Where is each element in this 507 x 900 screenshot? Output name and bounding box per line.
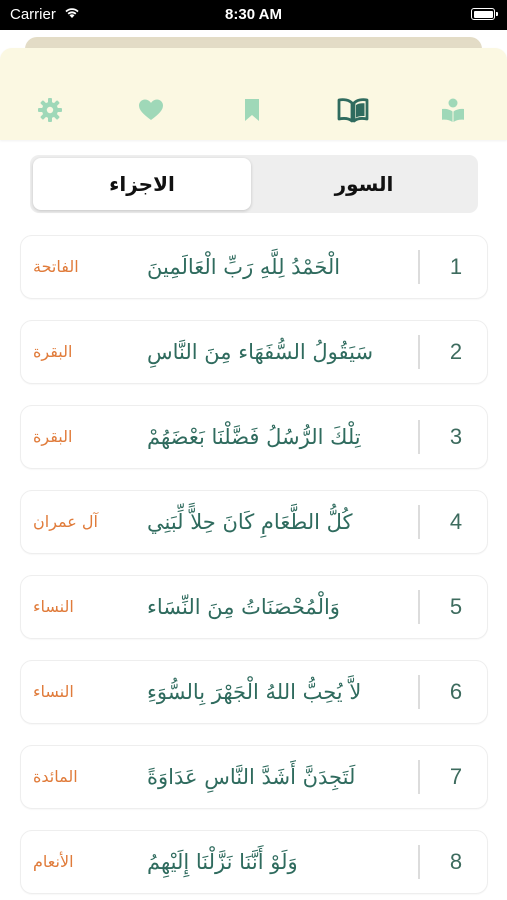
juz-number: 1 bbox=[449, 253, 463, 279]
juz-row-4[interactable]: 4 كُلُّ الطَّعَامِ كَانَ حِلاًّ لِّبَنِي… bbox=[20, 490, 488, 554]
row-divider bbox=[418, 505, 420, 539]
juz-number: 8 bbox=[449, 848, 463, 874]
surah-name: البقرة bbox=[33, 342, 73, 361]
surah-name: البقرة bbox=[33, 427, 73, 446]
row-divider bbox=[418, 760, 420, 794]
tab-bar bbox=[0, 48, 507, 140]
row-divider bbox=[418, 335, 420, 369]
juz-start-verse: وَالْمُحْصَنَاتُ مِنَ النِّسَاء bbox=[147, 594, 340, 619]
bookmark-icon[interactable] bbox=[238, 96, 266, 124]
surah-name: الأنعام bbox=[33, 852, 74, 871]
row-divider bbox=[418, 845, 420, 879]
juz-start-verse: الْحَمْدُ لِلَّهِ رَبِّ الْعَالَمِينَ bbox=[147, 254, 341, 279]
juz-start-verse: وَلَوْ أَنَّنَا نَزَّلْنَا إِلَيْهِمُ bbox=[147, 849, 298, 874]
juz-row-3[interactable]: 3 تِلْكَ الرُّسُلُ فَضَّلْنَا بَعْضَهُمْ… bbox=[20, 405, 488, 469]
juz-number: 7 bbox=[449, 763, 463, 789]
surah-name: النساء bbox=[33, 597, 74, 616]
juz-row-8[interactable]: 8 وَلَوْ أَنَّنَا نَزَّلْنَا إِلَيْهِمُ … bbox=[20, 830, 488, 894]
juz-number: 5 bbox=[449, 593, 463, 619]
juz-start-verse: لَتَجِدَنَّ أَشَدَّ النَّاسِ عَدَاوَةً bbox=[147, 764, 356, 789]
juz-number: 4 bbox=[449, 508, 463, 534]
juz-start-verse: تِلْكَ الرُّسُلُ فَضَّلْنَا بَعْضَهُمْ bbox=[147, 424, 361, 449]
juz-start-verse: لاَّ يُحِبُّ اللهُ الْجَهْرَ بِالسُّوَءِ bbox=[147, 679, 362, 704]
open-book-icon[interactable] bbox=[336, 96, 370, 124]
juz-row-1[interactable]: 1 الْحَمْدُ لِلَّهِ رَبِّ الْعَالَمِينَ … bbox=[20, 235, 488, 299]
surah-name: آل عمران bbox=[33, 512, 98, 531]
juz-number: 6 bbox=[449, 678, 463, 704]
heart-icon[interactable] bbox=[137, 96, 165, 124]
row-divider bbox=[418, 590, 420, 624]
status-time: 8:30 AM bbox=[225, 6, 282, 23]
juz-row-7[interactable]: 7 لَتَجِدَنَّ أَشَدَّ النَّاسِ عَدَاوَةً… bbox=[20, 745, 488, 809]
surah-name: المائدة bbox=[33, 767, 78, 786]
reader-icon[interactable] bbox=[439, 96, 467, 124]
juz-start-verse: سَيَقُولُ السُّفَهَاء مِنَ النَّاسِ bbox=[147, 339, 374, 364]
segment-suwar[interactable]: السور bbox=[253, 158, 475, 210]
juz-number: 3 bbox=[449, 423, 463, 449]
surah-name: النساء bbox=[33, 682, 74, 701]
gear-icon[interactable] bbox=[36, 96, 64, 124]
juz-number: 2 bbox=[449, 338, 463, 364]
juz-row-2[interactable]: 2 سَيَقُولُ السُّفَهَاء مِنَ النَّاسِ ال… bbox=[20, 320, 488, 384]
juz-start-verse: كُلُّ الطَّعَامِ كَانَ حِلاًّ لِّبَنِي bbox=[147, 509, 353, 534]
status-bar: Carrier 8:30 AM bbox=[0, 0, 507, 30]
surah-name: الفاتحة bbox=[33, 257, 79, 276]
juz-row-6[interactable]: 6 لاَّ يُحِبُّ اللهُ الْجَهْرَ بِالسُّوَ… bbox=[20, 660, 488, 724]
segment-ajza[interactable]: الاجزاء bbox=[33, 158, 251, 210]
battery-icon bbox=[471, 8, 498, 20]
row-divider bbox=[418, 675, 420, 709]
row-divider bbox=[418, 420, 420, 454]
juz-row-5[interactable]: 5 وَالْمُحْصَنَاتُ مِنَ النِّسَاء النساء bbox=[20, 575, 488, 639]
row-divider bbox=[418, 250, 420, 284]
